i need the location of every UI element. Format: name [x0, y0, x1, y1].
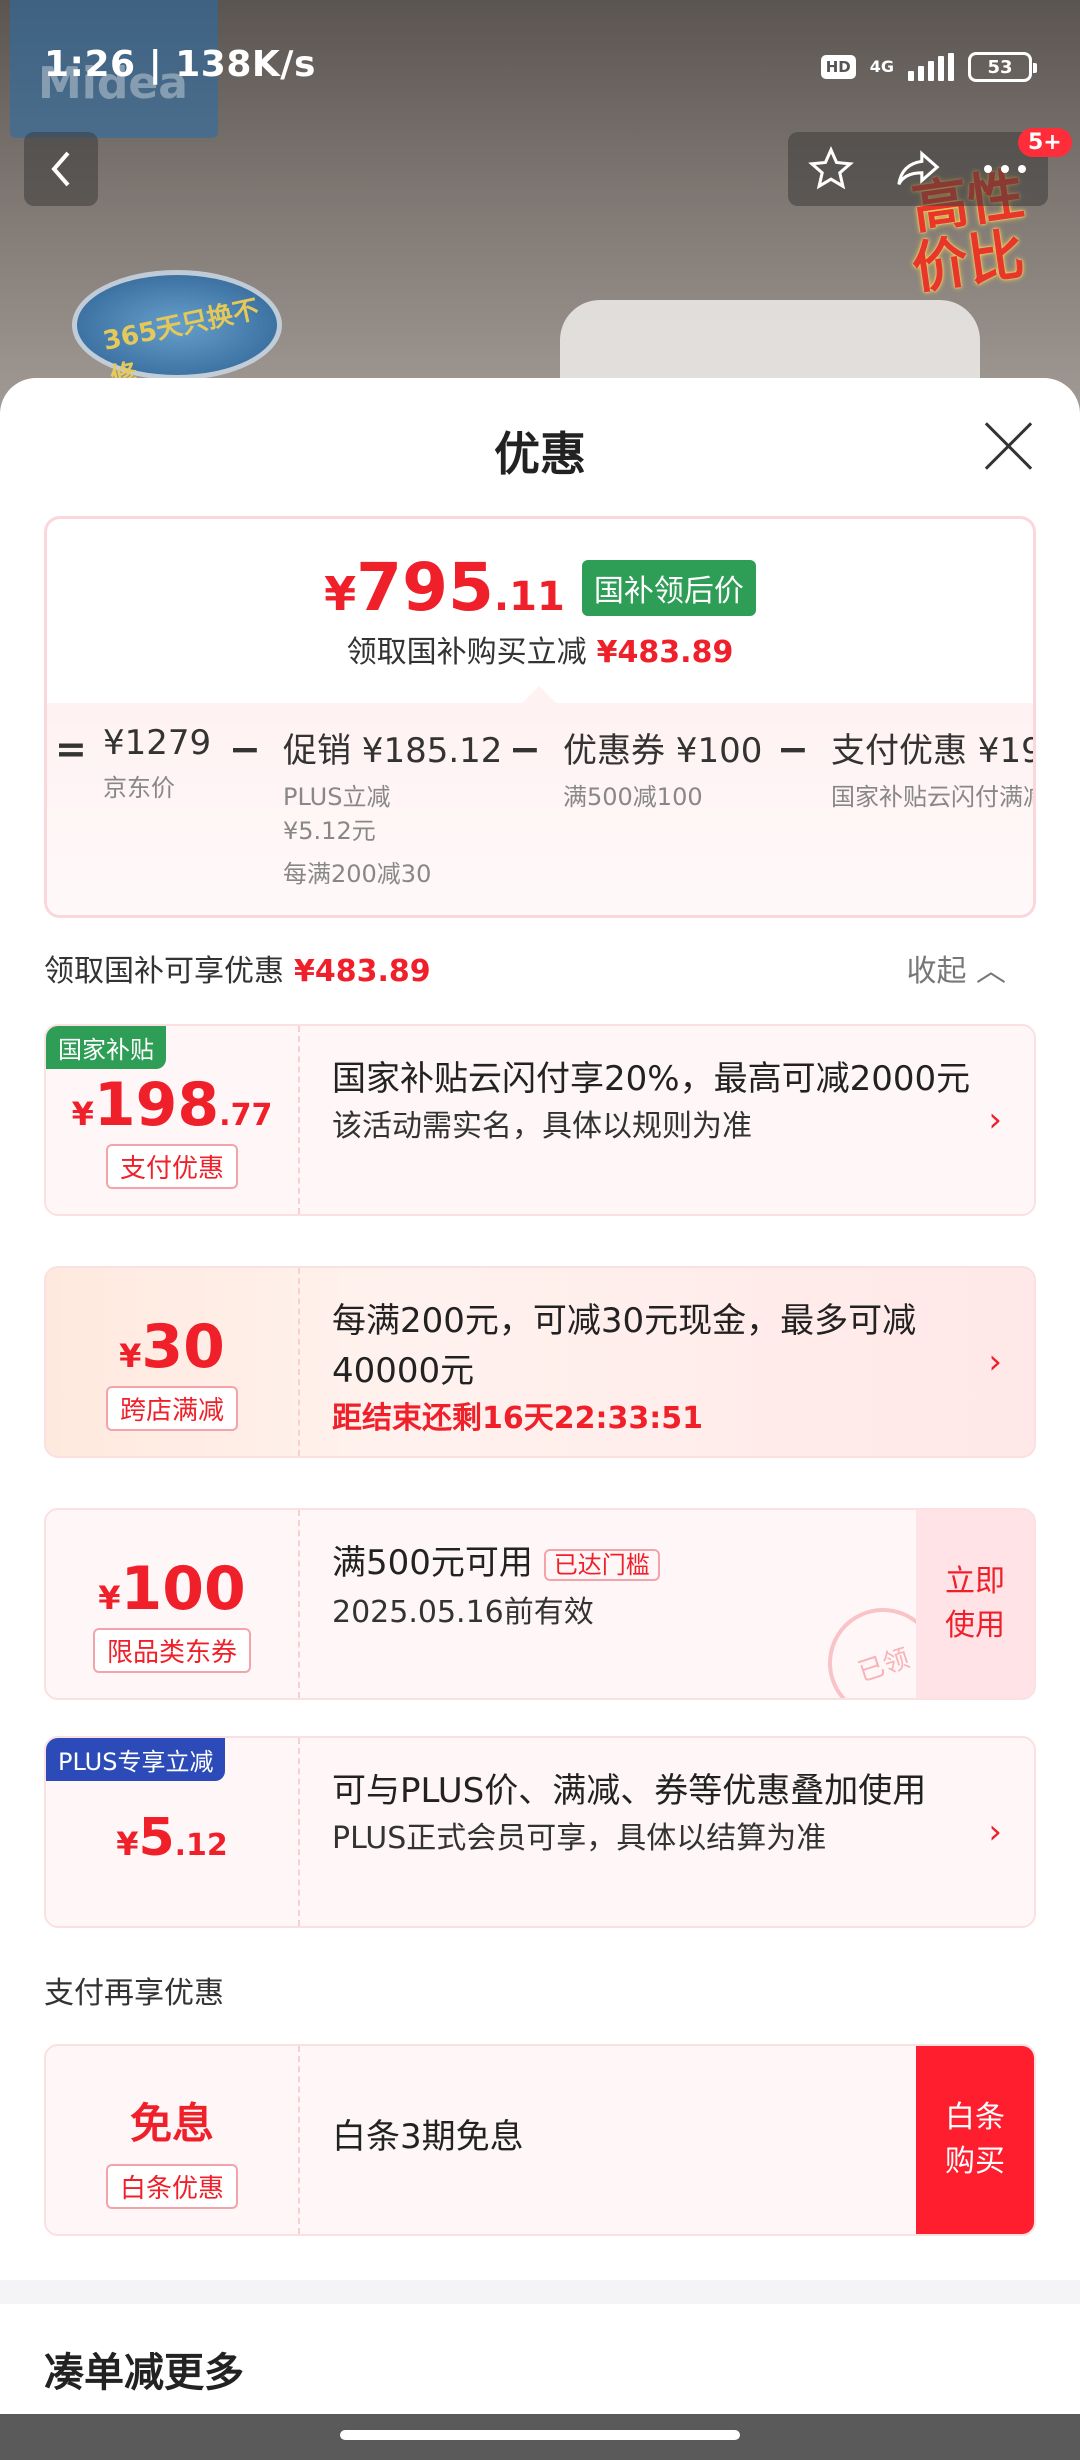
equals-sign: =	[55, 727, 87, 771]
minus-sign: −	[509, 727, 541, 771]
chevron-right-icon: ›	[988, 1342, 1002, 1382]
more-icon	[983, 165, 1026, 173]
section-separator	[0, 2280, 1080, 2304]
offer-card-national-subsidy[interactable]: 国家补贴 ¥198.77 支付优惠 国家补贴云闪付享20%，最高可减2000元 …	[44, 1024, 1036, 1216]
collapse-toggle[interactable]: 收起 ︿	[906, 946, 1006, 990]
offer-amount: ¥198.77	[71, 1070, 273, 1140]
offer-title: 满500元可用 已达门槛	[332, 1538, 972, 1590]
status-icons: HD 4G 53	[820, 50, 1037, 84]
final-price: ¥795.11	[324, 549, 565, 626]
threshold-reached-tag: 已达门槛	[543, 1548, 660, 1581]
status-bar: 1:26 | 138K/s HD 4G 53	[0, 0, 1080, 140]
use-now-button[interactable]: 立即使用	[916, 1510, 1034, 1698]
final-price-row: ¥795.11 国补领后价	[47, 549, 1033, 626]
network-type: 4G	[869, 57, 894, 76]
chevron-right-icon: ›	[988, 1100, 1002, 1140]
offer-corner-tag: 国家补贴	[46, 1026, 166, 1069]
offer-title: 白条3期免息	[332, 2117, 524, 2157]
price-summary-card: ¥795.11 国补领后价 领取国补购买立减 ¥483.89 = ¥1279 京东…	[44, 516, 1036, 918]
discount-sheet: 优惠 ¥795.11 国补领后价 领取国补购买立减 ¥483.89 = ¥1279…	[0, 378, 1080, 2414]
bundle-more-title: 凑单减更多	[44, 2350, 244, 2396]
offer-title: 国家补贴云闪付享20%，最高可减2000元	[332, 1059, 971, 1099]
breakdown-coupon: 优惠券 ¥100 满500减100	[563, 731, 763, 811]
subsidy-discount-header: 领取国补可享优惠 ¥483.89 收起 ︿	[44, 946, 1036, 990]
minus-sign: −	[777, 727, 809, 771]
sheet-title: 优惠	[494, 427, 586, 481]
offer-body: 每满200元，可减30元现金，最多可减40000元 距结束还剩16天22:33:…	[332, 1296, 972, 1442]
share-icon	[897, 150, 940, 186]
offer-amount-block: ¥100 限品类东券	[46, 1510, 298, 1698]
offer-body: 可与PLUS价、满减、券等优惠叠加使用 PLUS正式会员可享，具体以结算为准	[332, 1766, 972, 1862]
back-button[interactable]	[24, 132, 98, 206]
offer-amount-block: ¥30 跨店满减	[46, 1268, 298, 1456]
offer-amount: 免息	[129, 2099, 214, 2148]
offer-card-plus[interactable]: PLUS专享立减 ¥5.12 可与PLUS价、满减、券等优惠叠加使用 PLUS正…	[44, 1736, 1036, 1928]
top-actions	[788, 132, 1048, 206]
offer-type-pill: 白条优惠	[105, 2164, 239, 2209]
subsidy-price-tag: 国补领后价	[581, 559, 756, 616]
offer-card-baitiao: 免息 白条优惠 白条3期免息 白条购买	[44, 2044, 1036, 2236]
offer-corner-tag: PLUS专享立减	[46, 1738, 226, 1781]
message-count-badge: 5+	[1018, 128, 1072, 157]
minus-sign: −	[229, 727, 261, 771]
offer-type-pill: 限品类东券	[92, 1628, 252, 1673]
status-time: 1:26 | 138K/s	[44, 44, 316, 85]
signal-icon	[908, 53, 954, 81]
chevron-up-icon: ︿	[976, 954, 1006, 989]
share-button[interactable]	[888, 139, 948, 199]
close-button[interactable]	[980, 418, 1036, 474]
hd-icon: HD	[820, 55, 856, 79]
home-indicator[interactable]	[0, 2414, 1080, 2460]
offer-amount-block: 免息 白条优惠	[46, 2046, 298, 2234]
offer-card-cross-store[interactable]: ¥30 跨店满减 每满200元，可减30元现金，最多可减40000元 距结束还剩…	[44, 1266, 1036, 1458]
battery-icon: 53	[968, 52, 1037, 82]
offer-desc: 该活动需实名，具体以规则为准	[332, 1109, 752, 1144]
offer-type-pill: 支付优惠	[105, 1144, 239, 1189]
countdown-text: 距结束还剩16天22:33:51	[332, 1401, 703, 1436]
reduction-line: 领取国补购买立减 ¥483.89	[346, 635, 734, 670]
star-icon	[808, 146, 855, 190]
service-badge-image: 365天只换不修	[72, 270, 282, 393]
offer-desc: PLUS正式会员可享，具体以结算为准	[332, 1821, 827, 1856]
offer-amount: ¥100	[98, 1554, 246, 1624]
chevron-right-icon: ›	[988, 1812, 1002, 1852]
offer-body: 国家补贴云闪付享20%，最高可减2000元 该活动需实名，具体以规则为准	[332, 1054, 972, 1150]
offer-title: 每满200元，可减30元现金，最多可减40000元	[332, 1301, 917, 1391]
baitiao-buy-button[interactable]: 白条购买	[916, 2046, 1034, 2234]
offer-type-pill: 跨店满减	[105, 1386, 239, 1431]
back-icon	[51, 151, 70, 187]
favorite-button[interactable]	[801, 139, 861, 199]
breakdown-promo: 促销 ¥185.12 PLUS立减 ¥5.12元 每满200减30	[283, 731, 503, 888]
offer-amount: ¥30	[119, 1312, 225, 1382]
offer-card-coupon: ¥100 限品类东券 满500元可用 已达门槛 2025.05.16前有效 已领…	[44, 1508, 1036, 1700]
breakdown-pay: 支付优惠 ¥198.77 国家补贴云闪付满减	[831, 731, 1036, 811]
payment-discount-header: 支付再享优惠	[44, 1976, 224, 2011]
offer-title: 可与PLUS价、满减、券等优惠叠加使用	[332, 1771, 927, 1811]
price-breakdown: = ¥1279 京东价 − 促销 ¥185.12 PLUS立减 ¥5.12元 每…	[47, 686, 1036, 915]
breakdown-jd-price: ¥1279 京东价	[103, 723, 212, 802]
offer-amount: ¥5.12	[116, 1808, 228, 1868]
